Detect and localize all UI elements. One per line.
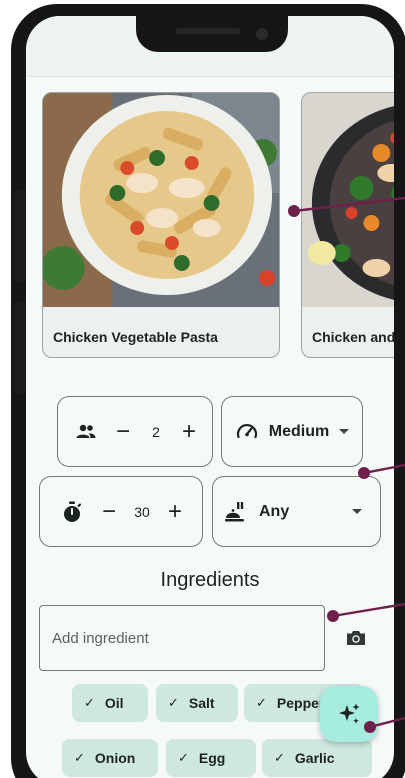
check-icon: ✓: [256, 695, 267, 710]
check-icon: ✓: [74, 750, 85, 765]
chip-label: Pepper: [276, 695, 325, 711]
recipe-card[interactable]: Chicken and: [301, 92, 394, 358]
difficulty-value: Medium: [268, 422, 330, 440]
servings-decrease-button[interactable]: −: [116, 419, 130, 444]
check-icon: ✓: [84, 695, 95, 710]
chip-label: Salt: [188, 695, 215, 711]
recipe-title: Chicken Vegetable Pasta: [53, 329, 218, 345]
camera-icon[interactable]: [344, 626, 368, 650]
ingredient-chip[interactable]: ✓ Salt: [156, 684, 238, 722]
phone-screen: Chicken Vegetable Pasta Chicken and − 2 …: [26, 16, 394, 778]
ingredients-heading: Ingredients: [160, 569, 260, 591]
generate-recipe-button[interactable]: [320, 686, 378, 742]
ingredient-chip[interactable]: ✓ Oil: [72, 684, 148, 722]
recipe-card[interactable]: Chicken Vegetable Pasta: [42, 92, 280, 358]
chevron-down-icon: [352, 509, 362, 514]
ingredient-chip[interactable]: ✓ Garlic: [262, 739, 372, 777]
recipe-image: [302, 93, 394, 307]
chip-label: Egg: [198, 750, 226, 766]
time-increase-button[interactable]: +: [168, 499, 182, 524]
difficulty-select[interactable]: Medium: [221, 396, 363, 467]
ingredient-input[interactable]: Add ingredient: [39, 605, 325, 671]
speaker-grille: [176, 28, 240, 34]
ingredient-chip[interactable]: ✓ Onion: [62, 739, 158, 777]
servings-increase-button[interactable]: +: [182, 419, 196, 444]
cuisine-value: Any: [259, 502, 290, 520]
recipe-title: Chicken and: [312, 329, 394, 345]
check-icon: ✓: [168, 695, 179, 710]
time-decrease-button[interactable]: −: [102, 499, 116, 524]
cloche-icon: [223, 500, 247, 524]
chevron-down-icon: [339, 429, 350, 434]
people-icon: [74, 420, 98, 444]
check-icon: ✓: [178, 750, 189, 765]
status-divider: [26, 76, 394, 77]
chip-label: Oil: [104, 695, 124, 711]
sparkles-icon: [339, 703, 360, 724]
speedometer-icon: [235, 420, 259, 444]
chip-label: Garlic: [294, 750, 335, 766]
ingredient-chip[interactable]: ✓ Egg: [166, 739, 256, 777]
front-camera: [256, 28, 268, 40]
cuisine-select[interactable]: Any: [212, 476, 381, 547]
time-stepper: − 30 +: [39, 476, 203, 547]
phone-notch: [136, 16, 288, 52]
volume-down-button: [15, 302, 25, 394]
recipe-image: [43, 93, 279, 307]
chip-label: Onion: [94, 750, 136, 766]
stopwatch-icon: [60, 500, 84, 524]
servings-stepper: − 2 +: [57, 396, 213, 467]
servings-value: 2: [152, 423, 160, 440]
check-icon: ✓: [274, 750, 285, 765]
time-value: 30: [134, 503, 150, 520]
volume-up-button: [15, 190, 25, 282]
